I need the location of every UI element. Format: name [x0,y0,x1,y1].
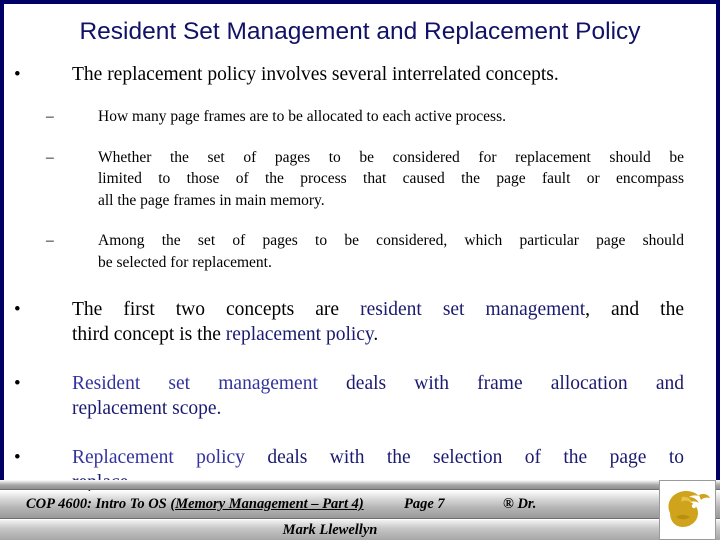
text-line: Replacement policy deals with the select… [72,445,684,470]
bullet-text: Resident set management deals with frame… [72,371,684,421]
text-line: limited to those of the process that cau… [98,170,684,187]
text-line: replacement scope. [72,398,222,419]
sub-bullet-text: How many page frames are to be allocated… [98,108,506,125]
bullet-marker-dash-icon: – [46,232,54,249]
bullet-marker-dot-icon: • [14,373,21,394]
bullet-marker-dash-icon: – [46,148,54,166]
logo-container [659,480,716,540]
text-line: Among the set of pages to be considered,… [98,232,684,249]
sub-bullet-item: – Among the set of pages to be considere… [0,230,720,273]
footer-course-text: COP 4600: Intro To OS (Memory Management… [26,496,364,513]
bullet-marker-dot-icon: • [14,299,21,320]
footer-author: Mark Llewellyn [282,522,378,538]
bullet-marker-dash-icon: – [46,108,54,125]
slide-title: Resident Set Management and Replacement … [79,18,641,45]
bullet-text: The first two concepts are resident set … [72,297,684,347]
text-fragment: , and the [585,299,685,320]
bullet-text: The replacement policy involves several … [72,64,559,85]
bullet-marker-dot-icon: • [14,447,21,468]
slide-body: • The replacement policy involves severa… [0,62,720,495]
footer-page-number: Page 7 [404,496,445,512]
text-line: third concept is the replacement policy. [72,322,684,347]
footer-course-topic: (Memory Management – Part 4) [170,496,364,512]
slide-footer: COP 4600: Intro To OS (Memory Management… [0,480,720,540]
bullet-item: • The first two concepts are resident se… [0,297,720,347]
bullet-item: • The replacement policy involves severa… [0,62,720,87]
text-line: Whether the set of pages to be considere… [98,148,684,166]
text-fragment: deals with frame allocation and [317,373,684,394]
text-line: Resident set management deals with frame… [72,371,684,396]
text-line: The first two concepts are resident set … [72,297,684,322]
text-line: be selected for replacement. [98,253,272,271]
text-fragment: . [373,324,379,345]
footer-copyright: ® Dr. [503,496,537,512]
bullet-marker-dot-icon: • [14,64,21,85]
bullet-item: • Resident set management deals with fra… [0,371,720,421]
sub-bullet-item: – Whether the set of pages to be conside… [0,147,720,212]
sub-bullet-text: Among the set of pages to be considered,… [98,230,684,273]
highlight-term: Replacement policy [72,447,245,468]
slide: Resident Set Management and Replacement … [0,0,720,540]
footer-bar-top [0,480,720,490]
sub-bullet-text: Whether the set of pages to be considere… [98,147,684,212]
footer-course-code: COP 4600: Intro To OS [26,496,171,512]
text-line: all the page frames in main memory. [98,191,325,209]
highlight-term: Resident set management [72,373,318,394]
text-fragment: The first two concepts are [72,299,361,320]
ucf-pegasus-logo-icon [667,490,710,527]
text-fragment: third concept is the [72,324,226,345]
highlight-term: resident set management [360,299,586,320]
highlight-term: replacement policy [225,324,374,345]
slide-border-top [0,0,720,4]
text-fragment: deals with the selection of the page to [244,447,684,468]
sub-bullet-item: – How many page frames are to be allocat… [0,106,720,128]
